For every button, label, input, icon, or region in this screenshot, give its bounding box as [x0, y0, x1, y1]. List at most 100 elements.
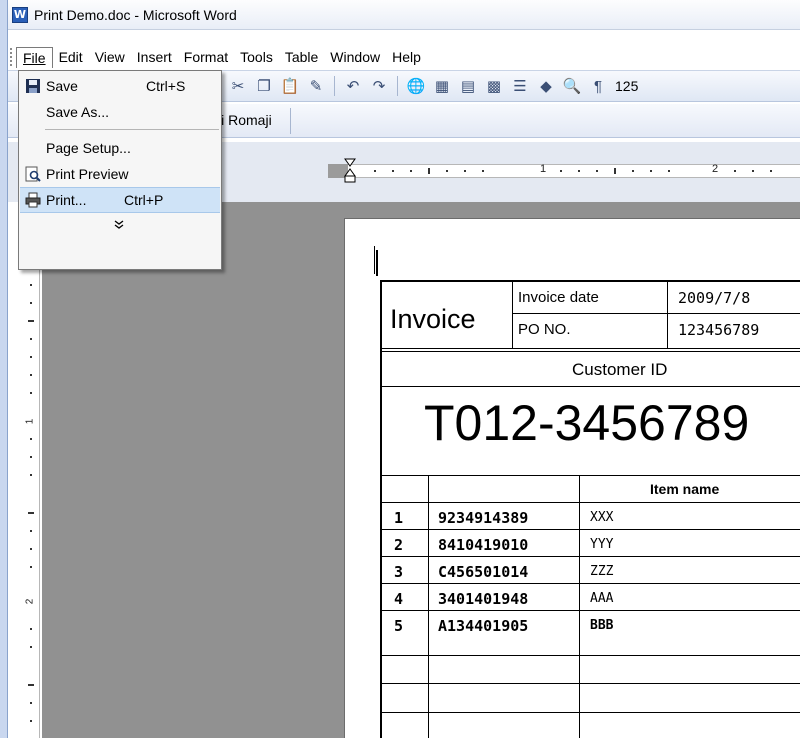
menu-item-label: Page Setup...: [46, 140, 131, 156]
copy-icon[interactable]: ❐: [253, 75, 275, 97]
menu-format[interactable]: Format: [178, 47, 234, 67]
window-left-frame: [0, 0, 8, 738]
vruler-tick: [30, 438, 32, 440]
printer-icon: [24, 191, 42, 209]
vruler-tick: [30, 566, 32, 568]
menu-edit[interactable]: Edit: [53, 47, 89, 67]
ruler-tick: [482, 170, 484, 172]
po-value: 123456789: [678, 321, 760, 339]
vruler-tick: [28, 512, 34, 514]
zoom-value[interactable]: 125: [615, 78, 638, 94]
item-name: XXX: [590, 510, 614, 525]
po-label: PO NO.: [518, 321, 571, 338]
menu-item-label: Print...: [46, 192, 87, 208]
ruler-strip: [348, 164, 800, 178]
vruler-tick: [30, 356, 32, 358]
redo-icon[interactable]: ↷: [368, 75, 390, 97]
menu-view[interactable]: View: [89, 47, 131, 67]
item-name-header: Item name: [650, 481, 720, 497]
menu-help[interactable]: Help: [386, 47, 427, 67]
vruler-tick: [30, 646, 32, 648]
vruler-number: 2: [24, 598, 36, 605]
format-painter-icon[interactable]: ✎: [305, 75, 327, 97]
item-code: 3401401948: [438, 590, 529, 608]
item-name: BBB: [590, 618, 614, 633]
menu-item-shortcut: Ctrl+S: [146, 78, 186, 94]
table-line: [382, 683, 800, 684]
cut-icon[interactable]: ✂: [227, 75, 249, 97]
invoice-title: Invoice: [390, 304, 476, 334]
vruler-tick: [30, 392, 32, 394]
expand-menu-chevron-icon[interactable]: [19, 219, 219, 233]
table-line: [382, 712, 800, 713]
menu-item-print-preview[interactable]: Print Preview: [20, 161, 220, 187]
hyperlink-icon[interactable]: 🌐: [405, 75, 427, 97]
menu-item-page-setup[interactable]: Page Setup...: [20, 135, 220, 161]
vruler-tick: [30, 456, 32, 458]
vruler-tick: [30, 720, 32, 722]
menu-file[interactable]: File: [16, 46, 53, 68]
row-number: 5: [394, 617, 404, 635]
text-cursor: [376, 250, 378, 276]
vruler-tick: [30, 548, 32, 550]
toolbar-separator: [397, 76, 398, 96]
toolbar-separator: [334, 76, 335, 96]
menu-item-save[interactable]: Save Ctrl+S: [20, 73, 220, 99]
window-title: Print Demo.doc - Microsoft Word: [34, 6, 237, 23]
undo-icon[interactable]: ↶: [342, 75, 364, 97]
vruler-tick: [30, 284, 32, 286]
item-name: AAA: [590, 591, 614, 606]
item-code: 8410419010: [438, 536, 529, 554]
menu-item-save-as[interactable]: Save As...: [20, 99, 220, 125]
ruler-tick: [410, 170, 412, 172]
insert-table-icon[interactable]: ▤: [457, 75, 479, 97]
vruler-number: 1: [24, 418, 36, 425]
item-code: A134401905: [438, 617, 529, 635]
row-number: 2: [394, 536, 404, 554]
romaji-button[interactable]: ji Romaji: [218, 112, 272, 128]
title-bar: W Print Demo.doc - Microsoft Word: [8, 0, 800, 30]
invoice-table[interactable]: Invoice Invoice date 2009/7/8 PO NO. 123…: [380, 280, 800, 738]
vruler-tick: [30, 628, 32, 630]
vruler-tick: [30, 374, 32, 376]
table-line: [382, 556, 800, 557]
indent-marker-icon[interactable]: [344, 158, 356, 184]
word-app-icon[interactable]: W: [12, 6, 28, 23]
menu-insert[interactable]: Insert: [131, 47, 178, 67]
ruler-tick: [734, 170, 736, 172]
vruler-tick: [28, 320, 34, 322]
table-line: [382, 529, 800, 530]
table-line: [512, 313, 800, 314]
table-line: [382, 655, 800, 656]
menu-table[interactable]: Table: [279, 47, 324, 67]
document-map-icon[interactable]: 🔍: [561, 75, 583, 97]
menubar-grip[interactable]: [10, 48, 14, 66]
table-line: [382, 386, 800, 387]
menu-item-label: Print Preview: [46, 166, 129, 182]
save-as-icon: [24, 103, 42, 121]
menu-file-label: File: [23, 49, 46, 66]
item-code: 9234914389: [438, 509, 529, 527]
menu-item-print[interactable]: Print... Ctrl+P: [20, 187, 220, 213]
menu-window[interactable]: Window: [324, 47, 386, 67]
menu-item-label: Save: [46, 78, 78, 94]
ruler-tick: [428, 168, 430, 174]
row-number: 4: [394, 590, 404, 608]
show-hide-icon[interactable]: ¶: [587, 75, 609, 97]
save-icon: [24, 77, 42, 95]
ruler-tick: [392, 170, 394, 172]
menu-item-label: Save As...: [46, 104, 110, 120]
drawing-icon[interactable]: ◆: [535, 75, 557, 97]
ruler-tick: [614, 168, 616, 174]
menu-tools[interactable]: Tools: [234, 47, 279, 67]
ruler-tick: [464, 170, 466, 172]
ruler-tick: [596, 170, 598, 172]
vruler-tick: [30, 530, 32, 532]
paste-icon[interactable]: 📋: [279, 75, 301, 97]
tables-borders-icon[interactable]: ▦: [431, 75, 453, 97]
insert-excel-icon[interactable]: ▩: [483, 75, 505, 97]
vertical-ruler[interactable]: 1 2: [22, 244, 40, 738]
vruler-tick: [30, 702, 32, 704]
ruler-tick: [650, 170, 652, 172]
columns-icon[interactable]: ☰: [509, 75, 531, 97]
